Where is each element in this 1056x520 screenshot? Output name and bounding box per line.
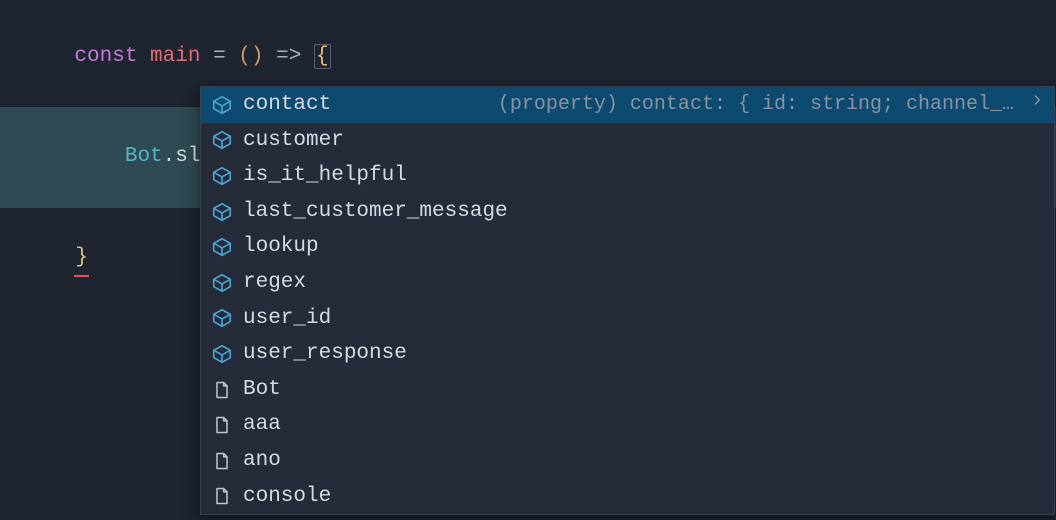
completion-item-label: aaa xyxy=(243,408,281,442)
code-editor[interactable]: const main = () => { Bot.slots. } contac… xyxy=(0,0,1056,310)
code-token-operator: = xyxy=(213,45,226,68)
code-token-parens: () xyxy=(238,45,263,68)
completion-item[interactable]: lookup xyxy=(201,229,1054,265)
completion-popup[interactable]: contact (property) contact: { id: string;… xyxy=(200,86,1055,515)
completion-item[interactable]: Bot xyxy=(201,372,1054,408)
completion-item-label: user_id xyxy=(243,302,331,336)
completion-item-label: regex xyxy=(243,266,306,300)
completion-item[interactable]: ano xyxy=(201,443,1054,479)
chevron-right-icon[interactable] xyxy=(1030,88,1044,122)
code-token-indent xyxy=(74,145,124,168)
field-icon xyxy=(211,165,233,187)
code-token-keyword: const xyxy=(74,45,137,68)
completion-item[interactable]: console xyxy=(201,479,1054,515)
completion-item[interactable]: regex xyxy=(201,265,1054,301)
completion-item[interactable]: aaa xyxy=(201,407,1054,443)
field-icon xyxy=(211,94,233,116)
code-token-brace-open: { xyxy=(314,44,331,69)
field-icon xyxy=(211,343,233,365)
completion-item-label: console xyxy=(243,480,331,514)
field-icon xyxy=(211,201,233,223)
field-icon xyxy=(211,307,233,329)
field-icon xyxy=(211,129,233,151)
completion-item[interactable]: user_id xyxy=(201,301,1054,337)
completion-item-label: customer xyxy=(243,124,344,158)
code-token-brace-close: } xyxy=(74,241,89,277)
completion-item-label: lookup xyxy=(243,230,319,264)
file-icon xyxy=(211,414,233,436)
file-icon xyxy=(211,450,233,472)
code-token-ident: main xyxy=(150,45,200,68)
completion-item-detail: (property) contact: { id: string; channe… xyxy=(498,89,1020,121)
code-token-object: Bot xyxy=(125,145,163,168)
completion-item[interactable]: customer xyxy=(201,123,1054,159)
completion-item[interactable]: user_response xyxy=(201,336,1054,372)
completion-item-label: is_it_helpful xyxy=(243,159,407,193)
file-icon xyxy=(211,485,233,507)
completion-item-label: user_response xyxy=(243,337,407,371)
completion-item[interactable]: contact (property) contact: { id: string;… xyxy=(201,87,1054,123)
field-icon xyxy=(211,272,233,294)
file-icon xyxy=(211,379,233,401)
completion-item-label: contact xyxy=(243,88,331,122)
completion-item-label: last_customer_message xyxy=(243,195,508,229)
completion-item-label: Bot xyxy=(243,373,281,407)
completion-item[interactable]: last_customer_message xyxy=(201,194,1054,230)
code-token-dot: . xyxy=(163,145,176,168)
field-icon xyxy=(211,236,233,258)
code-token-arrow: => xyxy=(276,45,301,68)
completion-item-label: ano xyxy=(243,444,281,478)
completion-item[interactable]: is_it_helpful xyxy=(201,158,1054,194)
